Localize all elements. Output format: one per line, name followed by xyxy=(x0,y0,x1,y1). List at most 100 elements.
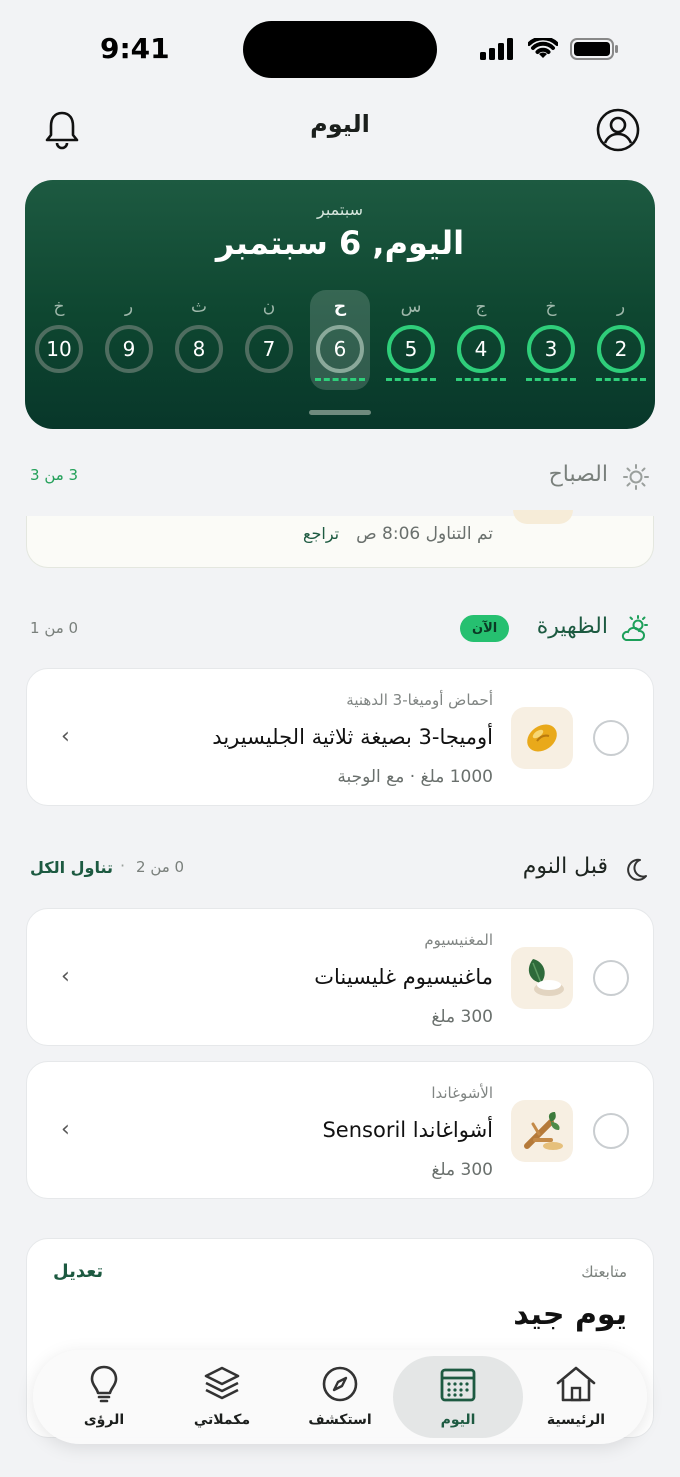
day-progress xyxy=(315,378,365,381)
day-number: 4 xyxy=(457,325,505,373)
supplement-card-magnesium[interactable]: المغنيسيوم ماغنيسيوم غليسينات 300 ملغ ‹ xyxy=(26,908,654,1046)
morning-taken-text: تم التناول 8:06 ص xyxy=(356,524,493,544)
status-icons xyxy=(480,38,618,60)
supplement-category: أحماض أوميغا-3 الدهنية xyxy=(346,691,493,709)
day-progress xyxy=(526,378,576,381)
tab-supplements[interactable]: مكملاتي xyxy=(167,1364,277,1428)
day-letter: س xyxy=(400,297,422,317)
supplement-category: المغنيسيوم xyxy=(424,931,493,949)
thumb-peek xyxy=(513,510,573,524)
tab-home[interactable]: الرئيسية xyxy=(521,1364,631,1428)
chevron-left-icon: ‹ xyxy=(61,724,70,749)
day-4[interactable]: ج 4 xyxy=(453,296,509,381)
hero-drag-handle[interactable] xyxy=(309,410,371,415)
supplement-name: ماغنيسيوم غليسينات xyxy=(314,965,493,989)
take-checkbox[interactable] xyxy=(593,960,629,996)
page-title: اليوم xyxy=(310,110,370,138)
chevron-left-icon: ‹ xyxy=(61,1117,70,1142)
status-time: 9:41 xyxy=(100,32,170,65)
date-hero: سبتمبر اليوم, 6 سبتمبر ر 2 خ 3 ج 4 س 5 ح… xyxy=(25,180,655,429)
supplement-dose: 300 ملغ xyxy=(431,1160,493,1180)
wifi-icon xyxy=(528,38,558,58)
undo-button[interactable]: تراجع xyxy=(303,524,339,543)
tab-explore[interactable]: استكشف xyxy=(285,1364,395,1428)
day-letter: ر xyxy=(616,297,626,317)
section-bedtime-label: قبل النوم xyxy=(522,854,608,879)
take-all-button[interactable]: تناول الكل xyxy=(30,858,113,877)
tab-home-label: الرئيسية xyxy=(546,1412,606,1428)
supplement-dose: 1000 ملغ · مع الوجبة xyxy=(337,767,493,787)
moon-icon xyxy=(622,856,650,888)
take-checkbox[interactable] xyxy=(593,1113,629,1149)
supplement-name: أشواغاندا Sensoril xyxy=(322,1118,493,1142)
day-letter: ث xyxy=(190,297,207,317)
day-letter: خ xyxy=(53,297,65,317)
day-number: 5 xyxy=(387,325,435,373)
tracking-label: متابعتك xyxy=(581,1263,627,1281)
edit-button[interactable]: تعديل xyxy=(53,1261,103,1282)
day-number: 3 xyxy=(527,325,575,373)
profile-icon[interactable] xyxy=(596,108,640,156)
day-letter: ن xyxy=(262,297,276,317)
supplement-card-omega3[interactable]: أحماض أوميغا-3 الدهنية أوميجا-3 بصيغة ثل… xyxy=(26,668,654,806)
supplement-card-ashwagandha[interactable]: الأشوغاندا أشواغاندا Sensoril 300 ملغ ‹ xyxy=(26,1061,654,1199)
tracking-title: يوم جيد xyxy=(513,1297,627,1332)
noon-count: 0 من 1 xyxy=(30,619,79,637)
battery-icon xyxy=(570,38,618,60)
ashwagandha-root-icon xyxy=(511,1100,573,1162)
chevron-left-icon: ‹ xyxy=(61,964,70,989)
morning-collapsed-card[interactable]: تم التناول 8:06 ص تراجع xyxy=(26,510,654,568)
omega3-capsule-icon xyxy=(511,707,573,769)
section-noon-label: الظهيرة xyxy=(536,614,608,639)
now-badge: الآن xyxy=(460,615,510,642)
home-icon xyxy=(556,1366,596,1402)
magnesium-leaf-icon xyxy=(511,947,573,1009)
day-letter: خ xyxy=(545,297,557,317)
bedtime-count: 0 من 2 xyxy=(136,858,185,876)
hero-month: سبتمبر xyxy=(317,200,363,219)
day-progress xyxy=(386,378,436,381)
supplement-dose: 300 ملغ xyxy=(431,1007,493,1027)
tab-today[interactable]: اليوم xyxy=(403,1364,513,1428)
lightbulb-icon xyxy=(90,1365,118,1403)
sun-icon xyxy=(622,463,650,495)
bottom-nav: الرئيسية اليوم استكشف مكملاتي الرؤى xyxy=(33,1350,647,1444)
day-number: 8 xyxy=(175,325,223,373)
dynamic-island xyxy=(243,21,437,78)
tab-insights-label: الرؤى xyxy=(83,1412,125,1428)
tab-today-label: اليوم xyxy=(440,1412,476,1428)
day-number: 9 xyxy=(105,325,153,373)
day-2[interactable]: ر 2 xyxy=(593,296,649,381)
day-8[interactable]: ث 8 xyxy=(171,296,227,373)
day-number: 6 xyxy=(316,325,364,373)
day-number: 7 xyxy=(245,325,293,373)
supplement-category: الأشوغاندا xyxy=(431,1084,493,1102)
signal-icon xyxy=(480,38,513,60)
day-number: 2 xyxy=(597,325,645,373)
take-checkbox[interactable] xyxy=(593,720,629,756)
day-3[interactable]: خ 3 xyxy=(523,296,579,381)
morning-count: 3 من 3 xyxy=(30,466,79,484)
day-9[interactable]: ر 9 xyxy=(101,296,157,373)
calendar-icon xyxy=(440,1368,476,1402)
day-progress xyxy=(596,378,646,381)
section-morning-label: الصباح xyxy=(548,462,608,487)
day-number: 10 xyxy=(35,325,83,373)
tab-supplements-label: مكملاتي xyxy=(193,1412,251,1428)
partly-sunny-icon xyxy=(620,614,650,648)
supplement-name: أوميجا-3 بصيغة ثلاثية الجليسيريد xyxy=(212,725,493,749)
day-10[interactable]: خ 10 xyxy=(31,296,87,373)
layers-icon xyxy=(204,1366,240,1400)
compass-icon xyxy=(322,1366,358,1402)
hero-title: اليوم, 6 سبتمبر xyxy=(215,224,465,262)
separator-dot: · xyxy=(120,856,126,875)
day-progress xyxy=(456,378,506,381)
day-7[interactable]: ن 7 xyxy=(241,296,297,373)
day-letter: ح xyxy=(333,297,347,317)
day-letter: ر xyxy=(124,297,134,317)
day-6-selected[interactable]: ح 6 xyxy=(310,290,370,390)
day-letter: ج xyxy=(475,297,487,317)
tab-insights[interactable]: الرؤى xyxy=(49,1364,159,1428)
tab-explore-label: استكشف xyxy=(308,1412,372,1428)
day-5[interactable]: س 5 xyxy=(383,296,439,381)
